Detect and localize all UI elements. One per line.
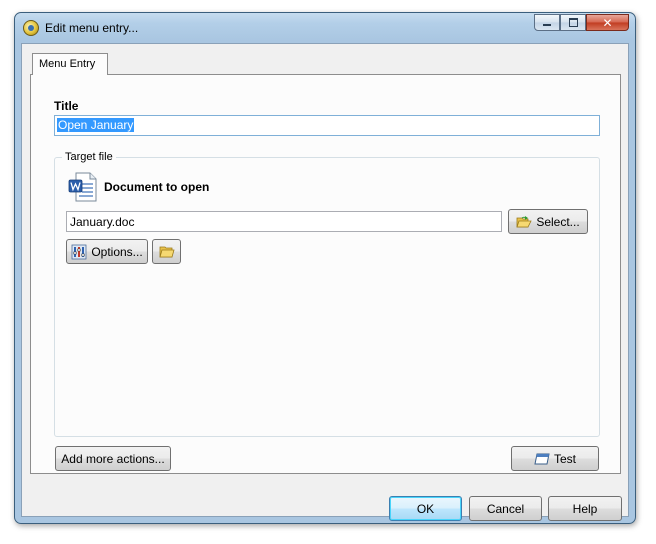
target-file-value: January.doc xyxy=(70,215,135,229)
options-button-label: Options... xyxy=(91,244,143,259)
target-file-group-label: Target file xyxy=(62,151,116,163)
test-button[interactable]: Test xyxy=(511,446,599,471)
help-button[interactable]: Help xyxy=(548,496,622,521)
app-icon xyxy=(23,20,39,36)
title-input[interactable]: Open January xyxy=(54,115,600,136)
help-button-label: Help xyxy=(572,501,598,516)
tab-menu-entry[interactable]: Menu Entry xyxy=(32,53,108,75)
document-to-open-heading: Document to open xyxy=(104,180,210,194)
select-button[interactable]: Select... xyxy=(508,209,588,234)
test-button-label: Test xyxy=(553,451,576,466)
close-icon: ✕ xyxy=(602,15,613,30)
close-button[interactable]: ✕ xyxy=(586,14,629,31)
word-document-icon xyxy=(68,172,97,202)
folder-open-arrow-icon xyxy=(516,215,532,227)
add-more-actions-button[interactable]: Add more actions... xyxy=(55,446,171,471)
tab-label: Menu Entry xyxy=(39,58,96,70)
open-folder-button[interactable] xyxy=(152,239,181,264)
ok-button[interactable]: OK xyxy=(389,496,462,521)
test-window-icon xyxy=(534,453,550,464)
cancel-button-label: Cancel xyxy=(486,501,525,516)
options-button[interactable]: Options... xyxy=(66,239,148,264)
folder-icon xyxy=(158,246,175,257)
minimize-button[interactable] xyxy=(534,14,560,31)
title-input-value: Open January xyxy=(57,118,135,132)
maximize-button[interactable] xyxy=(560,14,586,31)
target-file-input[interactable]: January.doc xyxy=(66,211,502,232)
add-more-actions-label: Add more actions... xyxy=(61,451,165,466)
ok-button-label: OK xyxy=(416,501,435,516)
select-button-label: Select... xyxy=(536,214,580,229)
window-title: Edit menu entry... xyxy=(45,21,139,35)
cancel-button[interactable]: Cancel xyxy=(469,496,542,521)
title-bar[interactable]: Edit menu entry... ✕ xyxy=(15,13,635,43)
caption-buttons: ✕ xyxy=(534,14,629,31)
target-file-group xyxy=(54,157,600,437)
dialog-window: Edit menu entry... ✕ Menu Entry Title Op… xyxy=(14,12,636,524)
minimize-icon xyxy=(543,24,551,26)
options-icon xyxy=(71,244,87,259)
maximize-icon xyxy=(568,18,578,27)
dialog-client-area: Menu Entry Title Open January Target fil… xyxy=(21,43,629,521)
title-label: Title xyxy=(54,99,79,113)
